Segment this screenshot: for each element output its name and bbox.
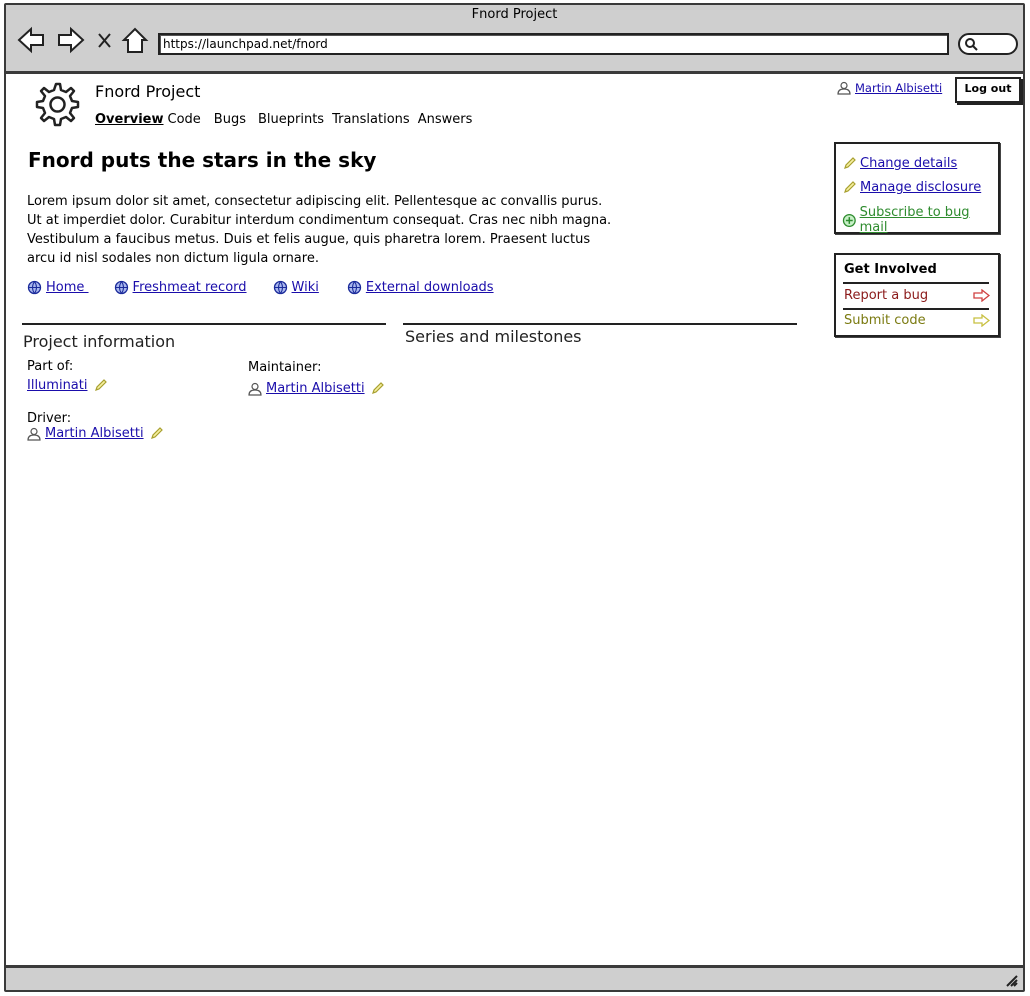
browser-window: Fnord Project https://launchpad.net/fnor… (4, 3, 1025, 992)
link-home[interactable]: Home (27, 280, 89, 295)
section-divider (22, 323, 386, 325)
globe-icon (27, 280, 42, 295)
section-divider (403, 323, 797, 325)
pencil-icon (844, 157, 856, 169)
gear-logo-icon (35, 82, 80, 127)
series-title: Series and milestones (405, 327, 582, 346)
globe-icon (347, 280, 362, 295)
driver-label: Driver: (27, 411, 72, 426)
globe-icon (114, 280, 128, 295)
pencil-icon[interactable] (149, 426, 164, 441)
driver-value: Martin Albisetti (27, 426, 164, 441)
user-profile-link[interactable]: Martin Albisetti (855, 81, 942, 95)
project-description: Lorem ipsum dolor sit amet, consectetur … (27, 194, 612, 266)
tab-blueprints[interactable]: Blueprints (258, 112, 324, 127)
logout-button[interactable]: Log out (955, 77, 1021, 103)
part-of-label: Part of: (27, 359, 74, 374)
project-name: Fnord Project (95, 82, 201, 101)
get-involved-portlet: Get Involved Report a bug Submit code (834, 253, 1000, 337)
page-content: Fnord Project Overview Code Bugs Bluepri… (6, 5, 1023, 990)
get-involved-title: Get Involved (844, 262, 937, 277)
resize-grip-icon[interactable] (1003, 972, 1019, 988)
driver-link[interactable]: Martin Albisetti (45, 426, 144, 441)
link-external-downloads[interactable]: External downloads (347, 280, 494, 295)
tab-overview[interactable]: Overview (95, 112, 164, 127)
user-icon (248, 382, 262, 396)
maintainer-link[interactable]: Martin Albisetti (266, 381, 365, 396)
arrow-right-icon (973, 314, 990, 327)
link-wiki[interactable]: Wiki (273, 280, 319, 295)
status-bar (6, 965, 1023, 990)
tab-code[interactable]: Code (168, 112, 201, 127)
part-of-link[interactable]: Illuminati (27, 378, 88, 393)
project-headline: Fnord puts the stars in the sky (28, 148, 377, 172)
link-freshmeat[interactable]: Freshmeat record (114, 280, 247, 295)
tab-translations[interactable]: Translations (332, 112, 410, 127)
actions-portlet: Change details Manage disclosure Subscri… (834, 142, 1000, 235)
divider (843, 282, 989, 284)
part-of-value: Illuminati (27, 378, 108, 393)
action-change-details[interactable]: Change details (842, 156, 957, 171)
project-info-title: Project information (23, 332, 176, 351)
maintainer-label: Maintainer: (248, 360, 322, 375)
maintainer-value: Martin Albisetti (248, 381, 385, 396)
project-links: Home Freshmeat record Wiki External down… (27, 280, 519, 295)
submit-code-button[interactable]: Submit code (844, 313, 990, 328)
pencil-icon[interactable] (93, 378, 108, 393)
user-icon (837, 81, 851, 95)
project-tabs: Overview Code Bugs Blueprints Translatio… (95, 112, 481, 127)
plus-circle-icon (842, 213, 856, 227)
pencil-icon[interactable] (370, 381, 385, 396)
action-manage-disclosure[interactable]: Manage disclosure (842, 180, 981, 195)
logged-in-user: Martin Albisetti (837, 81, 942, 95)
tab-answers[interactable]: Answers (418, 112, 473, 127)
pencil-icon (844, 181, 856, 193)
globe-icon (273, 280, 287, 295)
report-bug-button[interactable]: Report a bug (844, 288, 990, 303)
tab-bugs[interactable]: Bugs (214, 112, 246, 127)
divider (843, 308, 989, 310)
arrow-right-icon (973, 289, 990, 302)
action-subscribe-bug-mail[interactable]: Subscribe to bug mail (842, 205, 998, 235)
user-icon (27, 427, 41, 441)
